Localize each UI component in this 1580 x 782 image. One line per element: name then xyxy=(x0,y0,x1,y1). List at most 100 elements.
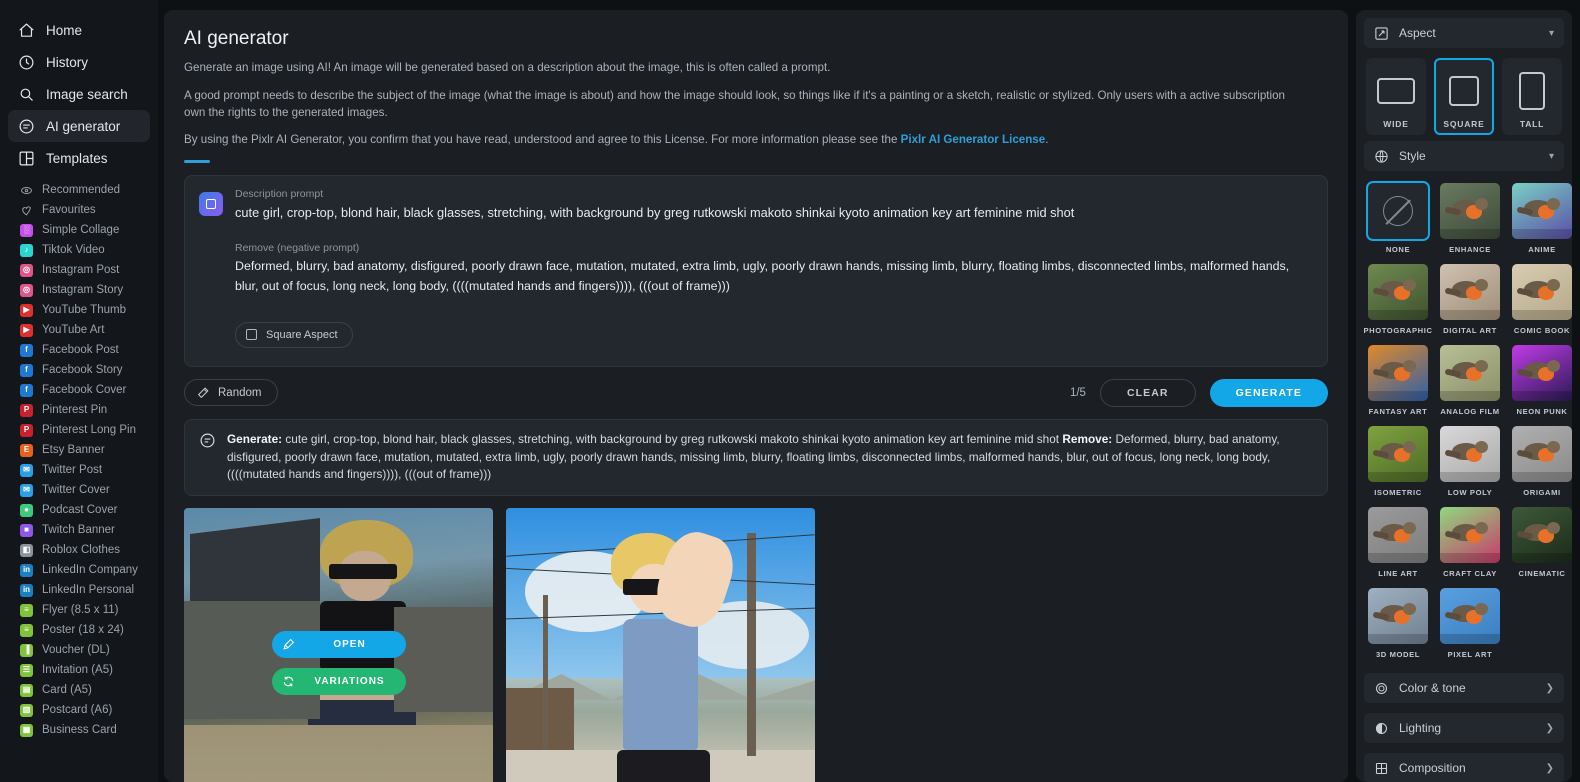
style-option-neon-punk[interactable]: NEON PUNK xyxy=(1510,343,1572,416)
style-option-origami[interactable]: ORIGAMI xyxy=(1510,424,1572,497)
style-thumbnail xyxy=(1438,505,1502,565)
style-thumbnail xyxy=(1438,181,1502,241)
random-label: Random xyxy=(218,386,262,399)
template-item-instagram-post[interactable]: ◎ Instagram Post xyxy=(8,260,150,280)
sidebar-item-history[interactable]: History xyxy=(8,46,150,78)
style-option-craft-clay[interactable]: CRAFT CLAY xyxy=(1438,505,1502,578)
template-item-linkedin-personal[interactable]: in LinkedIn Personal xyxy=(8,580,150,600)
template-item-postcard-a6[interactable]: ▥ Postcard (A6) xyxy=(8,700,150,720)
template-item-label: LinkedIn Company xyxy=(42,564,138,576)
aspect-chip-row: Square Aspect xyxy=(235,300,1313,366)
sidebar-item-ai-generator[interactable]: AI generator xyxy=(8,110,150,142)
style-option-label: CRAFT CLAY xyxy=(1443,569,1497,578)
style-option-3d-model[interactable]: 3D MODEL xyxy=(1366,586,1430,659)
bird-head-icon xyxy=(1474,278,1488,291)
template-item-label: YouTube Art xyxy=(42,324,105,336)
template-item-facebook-post[interactable]: f Facebook Post xyxy=(8,340,150,360)
style-thumbnail xyxy=(1366,262,1430,322)
style-option-line-art[interactable]: LINE ART xyxy=(1366,505,1430,578)
style-option-low-poly[interactable]: LOW POLY xyxy=(1438,424,1502,497)
style-option-analog-film[interactable]: ANALOG FILM xyxy=(1438,343,1502,416)
template-item-recommended[interactable]: Recommended xyxy=(8,180,150,200)
style-option-anime[interactable]: ANIME xyxy=(1510,181,1572,254)
sidebar-item-image-search[interactable]: Image search xyxy=(8,78,150,110)
aspect-grid: WIDE SQUARE TALL xyxy=(1364,56,1564,141)
template-item-poster-18-x-24[interactable]: ≡ Poster (18 x 24) xyxy=(8,620,150,640)
template-item-etsy-banner[interactable]: E Etsy Banner xyxy=(8,440,150,460)
template-item-voucher-dl[interactable]: ▐ Voucher (DL) xyxy=(8,640,150,660)
random-button[interactable]: Random xyxy=(184,379,279,407)
style-thumb-ground xyxy=(1440,309,1500,320)
template-item-facebook-cover[interactable]: f Facebook Cover xyxy=(8,380,150,400)
style-option-isometric[interactable]: ISOMETRIC xyxy=(1366,424,1430,497)
right-panel: Aspect ▾ WIDE SQUARE TALL Style ▾ NONE ENHA… xyxy=(1356,0,1580,782)
style-accordion-header[interactable]: Style ▾ xyxy=(1364,141,1564,171)
square-aspect-label: Square Aspect xyxy=(266,328,338,341)
aspect-accordion-header[interactable]: Aspect ▾ xyxy=(1364,18,1564,48)
lighting-icon xyxy=(1375,722,1388,734)
bird-head-icon xyxy=(1474,602,1488,615)
style-option-none[interactable]: NONE xyxy=(1366,181,1430,254)
template-item-flyer-8-5-x-11[interactable]: ≡ Flyer (8.5 x 11) xyxy=(8,600,150,620)
negative-prompt-input[interactable]: Deformed, blurry, bad anatomy, disfigure… xyxy=(235,257,1313,295)
sidebar-item-home[interactable]: Home xyxy=(8,14,150,46)
style-thumb-ground xyxy=(1512,471,1572,482)
style-option-cinematic[interactable]: CINEMATIC xyxy=(1510,505,1572,578)
bird-head-icon xyxy=(1474,197,1488,210)
style-option-comic-book[interactable]: COMIC BOOK xyxy=(1510,262,1572,335)
template-item-podcast-cover[interactable]: ● Podcast Cover xyxy=(8,500,150,520)
license-link[interactable]: Pixlr AI Generator License xyxy=(901,133,1046,146)
generate-button[interactable]: GENERATE xyxy=(1209,378,1328,407)
style-option-enhance[interactable]: ENHANCE xyxy=(1438,181,1502,254)
sidebar-item-templates[interactable]: Templates xyxy=(8,142,150,174)
template-item-twitter-post[interactable]: ✉ Twitter Post xyxy=(8,460,150,480)
template-item-favourites[interactable]: Favourites xyxy=(8,200,150,220)
template-item-instagram-story[interactable]: ◎ Instagram Story xyxy=(8,280,150,300)
section-composition[interactable]: Composition ❯ xyxy=(1364,753,1564,782)
template-item-label: YouTube Thumb xyxy=(42,304,126,316)
description-prompt-input[interactable]: cute girl, crop-top, blond hair, black g… xyxy=(235,203,1313,222)
style-option-photographic[interactable]: PHOTOGRAPHIC xyxy=(1363,262,1432,335)
right-panel-card: Aspect ▾ WIDE SQUARE TALL Style ▾ NONE ENHA… xyxy=(1356,10,1572,782)
style-thumb-ground xyxy=(1440,552,1500,563)
template-item-card-a5[interactable]: ▤ Card (A5) xyxy=(8,680,150,700)
template-item-label: Etsy Banner xyxy=(42,444,105,456)
linkedin-icon: in xyxy=(20,563,33,577)
open-button[interactable]: OPEN xyxy=(271,630,406,658)
generated-image-2[interactable] xyxy=(506,507,815,782)
voucher-icon: ▐ xyxy=(20,643,33,657)
section-color-tone[interactable]: Color & tone ❯ xyxy=(1364,673,1564,703)
generated-image-1[interactable]: OPEN VARIATIONS xyxy=(184,507,493,782)
description-line-1: Generate an image using AI! An image wil… xyxy=(184,61,831,74)
summary-generate-label: Generate: xyxy=(227,431,283,446)
template-item-youtube-thumb[interactable]: ▶ YouTube Thumb xyxy=(8,300,150,320)
clear-button[interactable]: CLEAR xyxy=(1099,378,1196,407)
aspect-option-wide[interactable]: WIDE xyxy=(1366,58,1426,135)
template-item-linkedin-company[interactable]: in LinkedIn Company xyxy=(8,560,150,580)
style-option-digital-art[interactable]: DIGITAL ART xyxy=(1438,262,1502,335)
template-item-roblox-clothes[interactable]: ◧ Roblox Clothes xyxy=(8,540,150,560)
template-item-facebook-story[interactable]: f Facebook Story xyxy=(8,360,150,380)
aspect-option-tall[interactable]: TALL xyxy=(1502,58,1562,135)
template-item-business-card[interactable]: ▦ Business Card xyxy=(8,720,150,740)
action-row: Random 1/5 CLEAR GENERATE xyxy=(184,367,1328,419)
template-item-pinterest-pin[interactable]: P Pinterest Pin xyxy=(8,400,150,420)
template-item-simple-collage[interactable]: ░ Simple Collage xyxy=(8,220,150,240)
collage-icon: ░ xyxy=(20,223,33,237)
aspect-option-square[interactable]: SQUARE xyxy=(1434,58,1494,135)
style-option-fantasy-art[interactable]: FANTASY ART xyxy=(1366,343,1430,416)
section-lighting[interactable]: Lighting ❯ xyxy=(1364,713,1564,743)
aspect-title: Aspect xyxy=(1399,26,1436,40)
template-item-tiktok-video[interactable]: ♪ Tiktok Video xyxy=(8,240,150,260)
style-thumb-ground xyxy=(1440,228,1500,239)
template-item-youtube-art[interactable]: ▶ YouTube Art xyxy=(8,320,150,340)
template-item-twitter-cover[interactable]: ✉ Twitter Cover xyxy=(8,480,150,500)
style-option-pixel-art[interactable]: PIXEL ART xyxy=(1438,586,1502,659)
bird-head-icon xyxy=(1546,197,1560,210)
section-title: Lighting xyxy=(1399,721,1442,735)
template-item-invitation-a5[interactable]: ☰ Invitation (A5) xyxy=(8,660,150,680)
template-item-pinterest-long-pin[interactable]: P Pinterest Long Pin xyxy=(8,420,150,440)
square-aspect-chip[interactable]: Square Aspect xyxy=(235,321,353,348)
template-item-twitch-banner[interactable]: ■ Twitch Banner xyxy=(8,520,150,540)
variations-button[interactable]: VARIATIONS xyxy=(271,667,406,695)
